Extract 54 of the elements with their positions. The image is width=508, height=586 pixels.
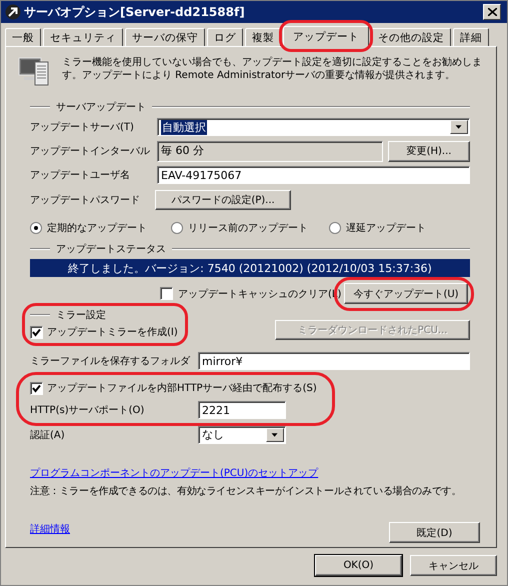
server-icon bbox=[18, 56, 50, 86]
password-button[interactable]: パスワードの設定(P)... bbox=[155, 190, 291, 210]
tab[interactable]: その他の設定 bbox=[371, 28, 451, 46]
note-text: 注意：ミラーを作成できるのは、有効なライセンスキーがインストールされている場合のみです。 bbox=[30, 484, 462, 498]
tab[interactable]: アップデート bbox=[283, 26, 369, 47]
default-button[interactable]: 既定(D) bbox=[389, 522, 480, 543]
group-title: サーバアップデート bbox=[56, 100, 146, 114]
window-title: サーバオプション[Server-dd21588f] bbox=[24, 4, 246, 20]
group-title: アップデートステータス bbox=[56, 242, 166, 256]
field-label: アップデートインターバル bbox=[30, 144, 151, 158]
dropdown[interactable]: なし bbox=[198, 426, 286, 444]
input-field[interactable]: EAV-49175067 bbox=[157, 166, 470, 184]
field-label: アップデートパスワード bbox=[30, 194, 141, 207]
tab[interactable]: 詳細 bbox=[453, 28, 489, 46]
tab[interactable]: 複製 bbox=[245, 28, 281, 46]
status-bar: 終了しました。バージョン: 7540 (20121002) (2012/10/03 15:37:36) bbox=[30, 259, 470, 277]
radio-label: 遅延アップデート bbox=[346, 222, 426, 235]
caret-icon bbox=[450, 120, 468, 134]
close-button[interactable] bbox=[483, 4, 501, 20]
caret-icon bbox=[266, 428, 284, 442]
dropdown[interactable]: 自動選択 bbox=[157, 118, 470, 136]
pcu-setup-link[interactable]: プログラムコンポーネントのアップデート(PCU)のセットアップ bbox=[30, 466, 318, 480]
interval-field: 毎 60 分 bbox=[157, 140, 383, 162]
group-title: ミラー設定 bbox=[56, 308, 106, 322]
input-field[interactable]: mirror¥ bbox=[198, 352, 470, 370]
radio-button[interactable] bbox=[30, 222, 42, 234]
update-now-button[interactable]: 今すぐアップデート(U) bbox=[344, 283, 468, 304]
field-label: アップデートユーザ名 bbox=[30, 168, 131, 182]
description-text: ミラー機能を使用していない場合でも、アップデート設定を適切に設定することをお勧めします。アップデートにより Remote Administratorサーバの重要な情報が提供されます。 bbox=[62, 56, 483, 83]
checkbox[interactable] bbox=[30, 382, 43, 394]
checkbox-label: アップデートミラーを作成(I) bbox=[47, 326, 178, 339]
field-label: アップデートサーバ(T) bbox=[30, 120, 135, 134]
tab[interactable]: ログ bbox=[207, 28, 243, 46]
change-button[interactable]: 変更(H)... bbox=[388, 140, 470, 162]
dialog-button[interactable]: OK(O) bbox=[315, 555, 402, 576]
radio-button[interactable] bbox=[170, 222, 183, 234]
radio-label: リリース前のアップデート bbox=[188, 222, 308, 235]
field-label: ミラーファイルを保存するフォルダ bbox=[30, 355, 192, 368]
tab[interactable]: 一般 bbox=[5, 28, 41, 46]
field-label: HTTP(s)サーバポート(O) bbox=[30, 404, 146, 417]
checkbox[interactable] bbox=[160, 287, 173, 300]
radio-button[interactable] bbox=[329, 222, 342, 234]
input-field[interactable]: 2221 bbox=[198, 401, 286, 419]
check-icon bbox=[32, 384, 41, 392]
tab[interactable]: サーバの保守 bbox=[125, 28, 205, 46]
checkbox[interactable] bbox=[30, 326, 43, 338]
tab[interactable]: セキュリティ bbox=[43, 28, 123, 46]
radio-label: 定期的なアップデート bbox=[47, 222, 147, 235]
field-label: 認証(A) bbox=[30, 428, 66, 442]
close-icon bbox=[488, 8, 496, 16]
dialog-button[interactable]: キャンセル bbox=[410, 555, 497, 576]
details-link[interactable]: 詳細情報 bbox=[30, 522, 70, 536]
check-icon bbox=[32, 328, 41, 336]
checkbox-label: アップデートファイルを内部HTTPサーバ経由で配布する(S) bbox=[47, 382, 317, 395]
